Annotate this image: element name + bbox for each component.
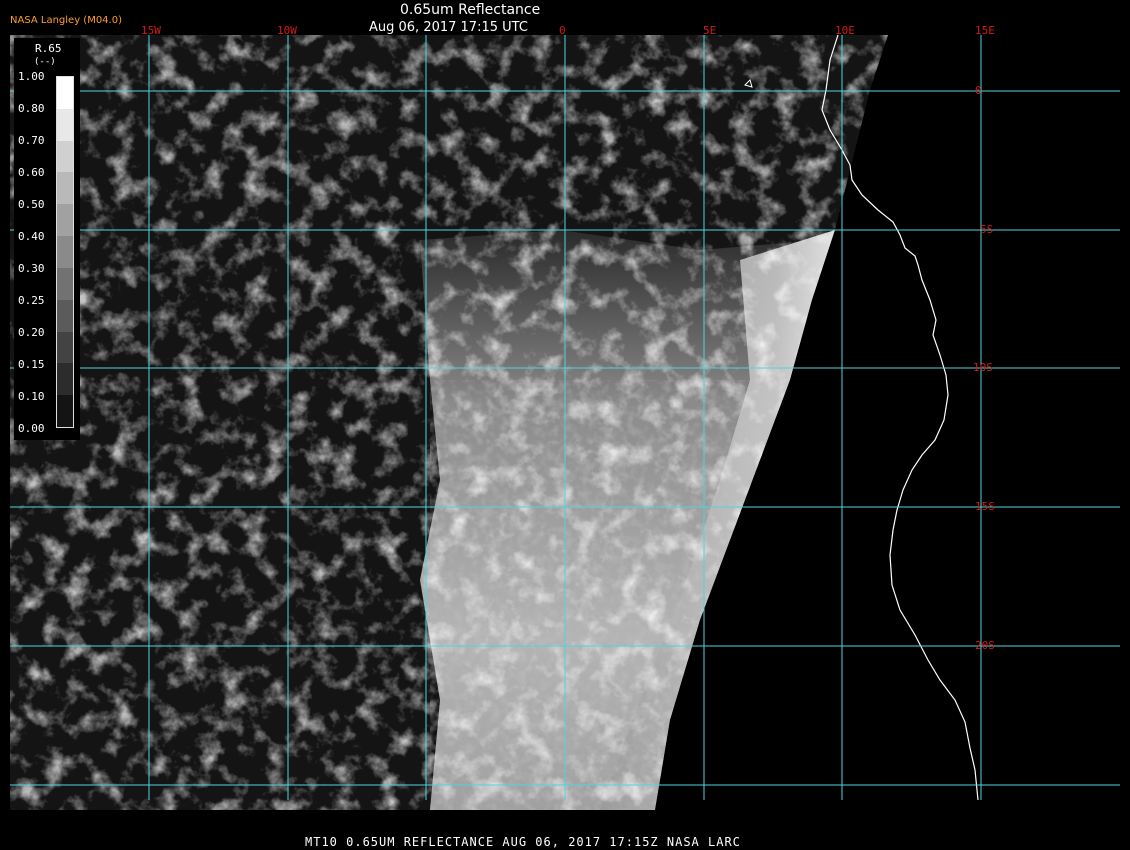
legend-segment (57, 267, 73, 300)
lat-label: 20S (975, 639, 995, 652)
lon-label: 5E (703, 24, 717, 37)
legend-value: 0.10 (18, 390, 45, 403)
legend-segment (57, 331, 73, 364)
lon-label: 10E (835, 24, 855, 37)
legend-value: 0.00 (18, 422, 45, 435)
legend-value: 0.40 (18, 230, 45, 243)
cloud-cells (430, 380, 790, 810)
legend-value: 0.70 (18, 134, 45, 147)
lat-label: 15S (975, 500, 995, 513)
credit-label: NASA Langley (M04.0) (10, 15, 122, 26)
legend-value: 0.15 (18, 358, 45, 371)
image-timestamp: Aug 06, 2017 17:15 UTC (369, 20, 528, 35)
footer-caption: MT10 0.65UM REFLECTANCE AUG 06, 2017 17:… (305, 835, 741, 849)
legend-segment (57, 77, 73, 109)
legend-value: 0.50 (18, 198, 45, 211)
legend-segment (57, 363, 73, 396)
legend-segment (57, 172, 73, 205)
lon-label: 10W (277, 24, 297, 37)
legend-title: R.65 (35, 42, 62, 55)
satellite-map (10, 34, 1120, 810)
legend-segment (57, 299, 73, 332)
legend-segment (57, 108, 73, 141)
legend-colorbar (56, 76, 74, 428)
legend-segment (57, 140, 73, 173)
lat-label: 0 (975, 84, 982, 97)
legend-value: 0.60 (18, 166, 45, 179)
legend-value: 0.25 (18, 294, 45, 307)
lon-label: 0 (559, 24, 566, 37)
lon-label: 15E (975, 24, 995, 37)
image-title: 0.65um Reflectance (400, 2, 541, 18)
satellite-image-viewer: NASA Langley (M04.0) 0.65um Reflectance … (0, 0, 1130, 850)
lat-label: 10S (973, 361, 993, 374)
lat-label: 5S (980, 223, 994, 236)
legend-value: 0.30 (18, 262, 45, 275)
legend-segment (57, 204, 73, 237)
legend-unit: (--) (34, 57, 56, 67)
legend-segment (57, 236, 73, 268)
legend-value: 1.00 (18, 70, 45, 83)
lon-label: 15W (141, 24, 161, 37)
legend-segment (57, 395, 73, 427)
legend-value: 0.20 (18, 326, 45, 339)
reflectance-legend: R.65 (--) 1.00 0.80 0.70 0.60 0.50 0.40 0.30 0.… (14, 38, 80, 440)
legend-value: 0.80 (18, 102, 45, 115)
